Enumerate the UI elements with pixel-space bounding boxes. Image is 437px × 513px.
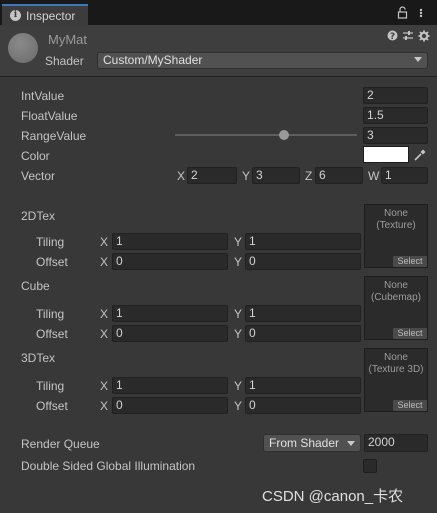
svg-text:?: ?: [390, 32, 395, 41]
cube-select-button[interactable]: Select: [393, 328, 427, 339]
tex2d-slot-none: None: [384, 208, 408, 219]
tab-inspector[interactable]: i Inspector: [2, 4, 88, 25]
tex2d-offset-y-label: Y: [234, 255, 243, 269]
tex2d-tiling-x-field[interactable]: 1: [112, 233, 228, 250]
range-value-label: RangeValue: [21, 129, 87, 143]
tex2d-select-button[interactable]: Select: [393, 256, 427, 267]
int-value-label: IntValue: [21, 89, 65, 103]
cube-slot-type: (Cubemap): [370, 292, 422, 303]
cube-offset-y-label: Y: [234, 327, 243, 341]
cube-tiling-y-label: Y: [234, 307, 243, 321]
color-label: Color: [21, 149, 50, 163]
cube-offset-label: Offset: [36, 327, 68, 341]
lock-icon[interactable]: [397, 6, 408, 19]
float-value-field[interactable]: 1.5: [363, 107, 428, 124]
cube-offset-x-field[interactable]: 0: [112, 325, 228, 342]
cube-slot-none: None: [384, 280, 408, 291]
vector-x-field[interactable]: 2: [187, 167, 237, 184]
tab-bar: i Inspector: [0, 0, 437, 25]
tex3d-offset-x-label: X: [100, 399, 109, 413]
vector-label: Vector: [21, 169, 56, 183]
presets-icon[interactable]: [402, 30, 414, 41]
cube-tiling-y-field[interactable]: 1: [245, 305, 361, 322]
tex2d-tiling-y-label: Y: [234, 235, 243, 249]
render-queue-label: Render Queue: [21, 437, 100, 451]
tex3d-offset-label: Offset: [36, 399, 68, 413]
int-value-field[interactable]: 2: [363, 87, 428, 104]
cube-tiling-x-field[interactable]: 1: [112, 305, 228, 322]
cube-label: Cube: [21, 279, 50, 293]
vector-z-label: Z: [305, 169, 313, 183]
settings-icon[interactable]: [418, 30, 430, 42]
tex3d-tiling-label: Tiling: [36, 379, 65, 393]
tex3d-slot-none: None: [384, 352, 408, 363]
tex2d-slot[interactable]: None (Texture) Select: [364, 204, 428, 268]
tab-label: Inspector: [26, 9, 76, 23]
tex2d-label: 2DTex: [21, 209, 56, 223]
range-value-field[interactable]: 3: [363, 127, 428, 144]
double-sided-gi-checkbox[interactable]: [363, 459, 377, 473]
tex2d-tiling-y-field[interactable]: 1: [245, 233, 361, 250]
tex2d-offset-x-label: X: [100, 255, 109, 269]
float-value-label: FloatValue: [21, 109, 78, 123]
eyedropper-icon[interactable]: [413, 148, 427, 162]
tex3d-slot[interactable]: None (Texture 3D) Select: [364, 348, 428, 412]
tex2d-offset-y-field[interactable]: 0: [245, 253, 361, 270]
tex2d-offset-x-field[interactable]: 0: [112, 253, 228, 270]
tex3d-select-button[interactable]: Select: [393, 400, 427, 411]
cube-offset-y-field[interactable]: 0: [245, 325, 361, 342]
menu-icon[interactable]: [415, 8, 427, 18]
render-queue-field[interactable]: 2000: [364, 434, 428, 452]
range-slider-track[interactable]: [175, 134, 357, 136]
tex3d-offset-x-field[interactable]: 0: [112, 397, 228, 414]
tex3d-offset-y-label: Y: [234, 399, 243, 413]
cube-tiling-x-label: X: [100, 307, 109, 321]
range-slider-handle[interactable]: [279, 130, 290, 140]
dropdown-arrow-icon: [347, 441, 355, 446]
info-icon: i: [10, 10, 21, 21]
cube-tiling-label: Tiling: [36, 307, 65, 321]
vector-w-label: W: [368, 169, 380, 183]
vector-w-field[interactable]: 1: [381, 167, 428, 184]
dropdown-arrow-icon: [414, 57, 422, 62]
tex3d-offset-y-field[interactable]: 0: [245, 397, 361, 414]
cube-offset-x-label: X: [100, 327, 109, 341]
material-name: MyMat: [48, 32, 87, 47]
shader-label: Shader: [45, 54, 84, 68]
watermark-text: CSDN @canon_卡农: [262, 488, 404, 505]
render-queue-dropdown[interactable]: From Shader: [263, 434, 361, 452]
tex3d-tiling-x-field[interactable]: 1: [112, 377, 228, 394]
vector-y-field[interactable]: 3: [252, 167, 300, 184]
tex2d-slot-type: (Texture): [376, 220, 416, 231]
double-sided-gi-label: Double Sided Global Illumination: [21, 459, 196, 473]
material-preview-thumbnail: [8, 33, 38, 63]
shader-dropdown-value: Custom/MyShader: [103, 53, 203, 67]
help-icon[interactable]: ?: [387, 30, 398, 41]
tex3d-slot-type: (Texture 3D): [368, 364, 424, 375]
cube-slot[interactable]: None (Cubemap) Select: [364, 276, 428, 340]
tex2d-offset-label: Offset: [36, 255, 68, 269]
tex3d-tiling-y-label: Y: [234, 379, 243, 393]
vector-x-label: X: [177, 169, 186, 183]
color-swatch[interactable]: [363, 146, 409, 163]
render-queue-mode: From Shader: [269, 436, 340, 450]
vector-y-label: Y: [242, 169, 251, 183]
tex3d-tiling-y-field[interactable]: 1: [245, 377, 361, 394]
tex2d-tiling-label: Tiling: [36, 235, 65, 249]
shader-dropdown[interactable]: Custom/MyShader: [97, 52, 428, 69]
material-header: MyMat Shader Custom/MyShader ?: [0, 25, 437, 77]
tex2d-tiling-x-label: X: [100, 235, 109, 249]
vector-z-field[interactable]: 6: [315, 167, 363, 184]
tex3d-label: 3DTex: [21, 351, 56, 365]
tex3d-tiling-x-label: X: [100, 379, 109, 393]
